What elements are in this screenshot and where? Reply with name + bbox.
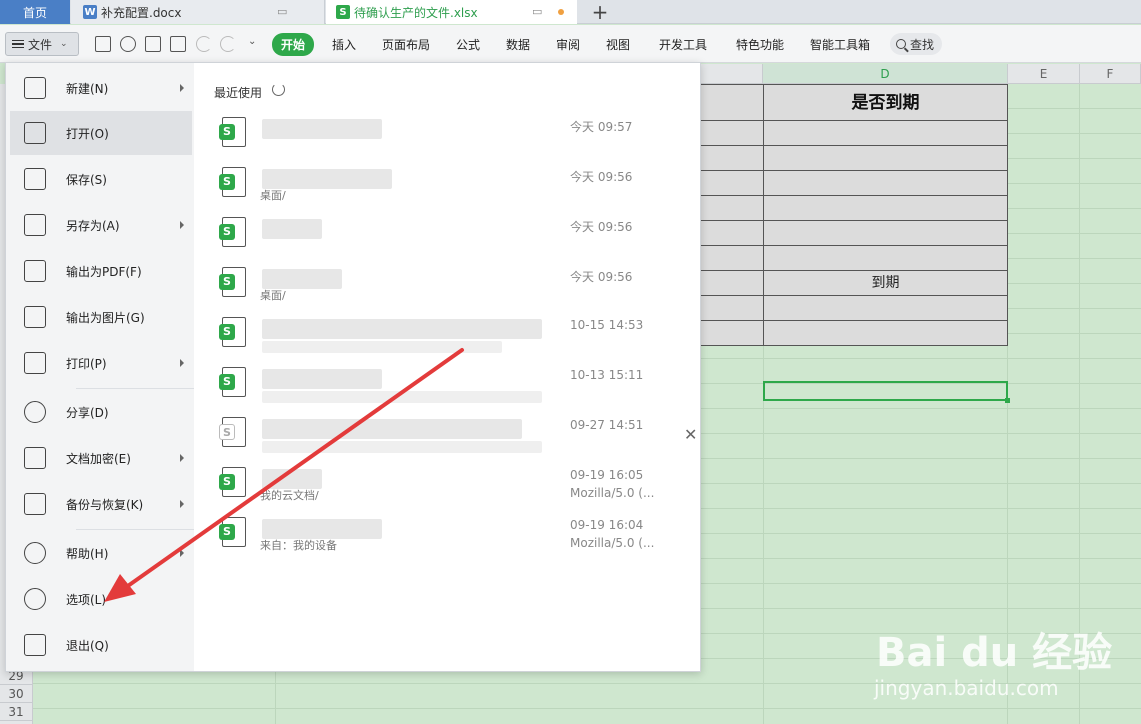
annotation-arrow (104, 348, 464, 602)
baidu-watermark: Bai du 经验 (876, 630, 1113, 676)
baidu-watermark-url: jingyan.baidu.com (874, 676, 1059, 700)
